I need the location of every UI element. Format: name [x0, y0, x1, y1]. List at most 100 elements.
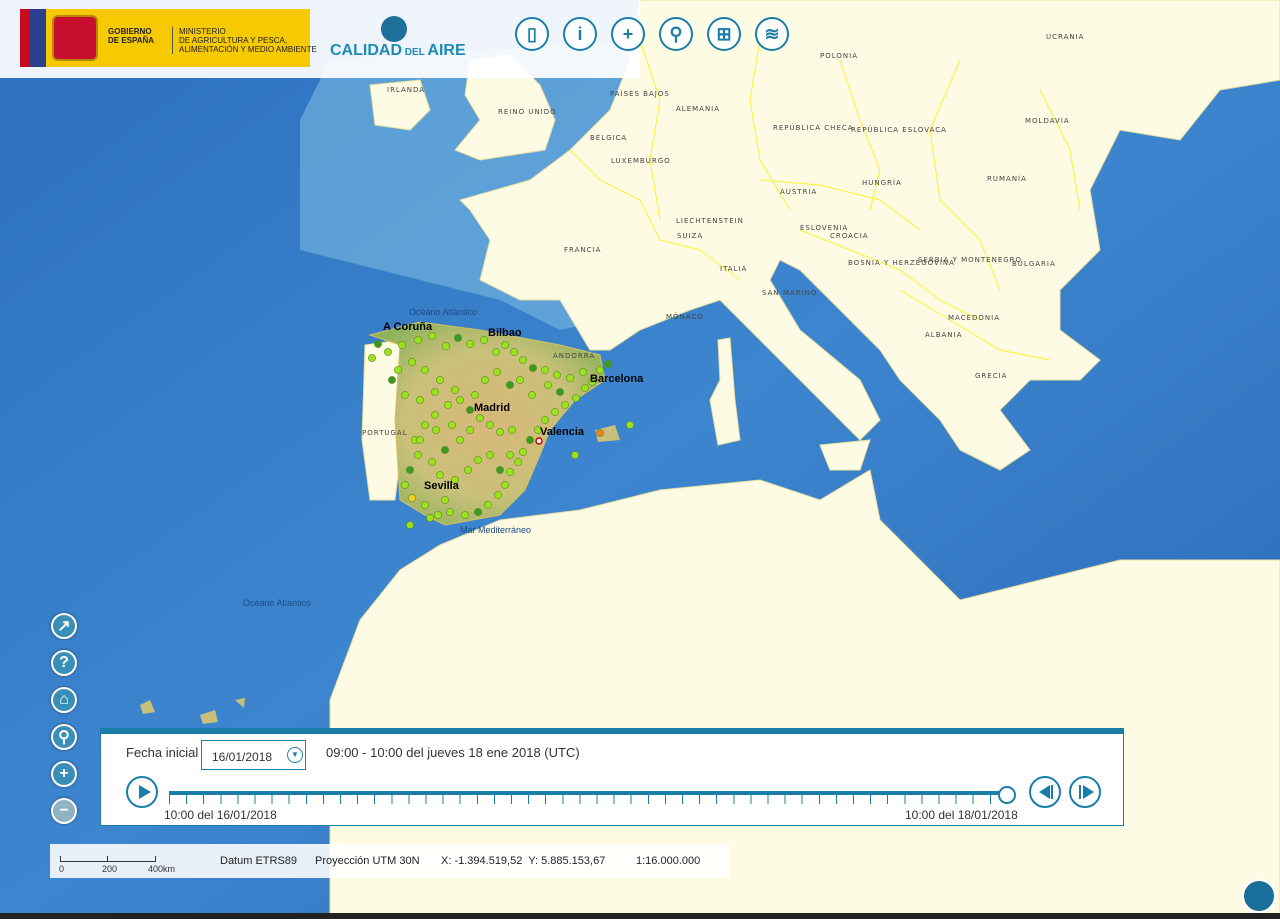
- station-marker[interactable]: [466, 340, 474, 348]
- station-marker[interactable]: [406, 466, 414, 474]
- app-title[interactable]: CALIDAD DEL AIRE: [330, 42, 466, 60]
- time-slider-thumb[interactable]: [998, 786, 1016, 804]
- station-marker[interactable]: [441, 446, 449, 454]
- station-marker[interactable]: [394, 366, 402, 374]
- station-marker[interactable]: [486, 421, 494, 429]
- station-marker[interactable]: [519, 448, 527, 456]
- station-marker[interactable]: [408, 494, 416, 502]
- station-marker[interactable]: [510, 348, 518, 356]
- station-marker[interactable]: [571, 451, 579, 459]
- station-marker[interactable]: [544, 381, 552, 389]
- station-marker[interactable]: [464, 466, 472, 474]
- station-marker[interactable]: [486, 451, 494, 459]
- station-marker[interactable]: [401, 481, 409, 489]
- station-marker[interactable]: [579, 368, 587, 376]
- station-marker[interactable]: [421, 501, 429, 509]
- step-forward-button[interactable]: [1069, 776, 1101, 808]
- station-marker[interactable]: [572, 394, 580, 402]
- station-marker[interactable]: [604, 360, 612, 368]
- station-marker[interactable]: [384, 348, 392, 356]
- station-marker[interactable]: [428, 458, 436, 466]
- station-marker[interactable]: [581, 384, 589, 392]
- share-icon[interactable]: ↗: [51, 613, 77, 639]
- station-marker[interactable]: [408, 358, 416, 366]
- station-marker[interactable]: [506, 468, 514, 476]
- station-marker[interactable]: [446, 508, 454, 516]
- play-button[interactable]: [126, 776, 158, 808]
- map-pin-icon[interactable]: ⚲: [659, 17, 693, 51]
- station-marker[interactable]: [484, 501, 492, 509]
- station-marker[interactable]: [454, 334, 462, 342]
- station-marker[interactable]: [496, 428, 504, 436]
- gobierno-logo[interactable]: GOBIERNO DE ESPAÑA MINISTERIO DE AGRICUL…: [20, 9, 317, 67]
- station-marker[interactable]: [368, 354, 376, 362]
- station-marker[interactable]: [442, 342, 450, 350]
- station-marker[interactable]: [421, 366, 429, 374]
- station-marker[interactable]: [496, 466, 504, 474]
- station-marker[interactable]: [508, 426, 516, 434]
- ruler-icon[interactable]: ▯: [515, 17, 549, 51]
- station-marker[interactable]: [431, 388, 439, 396]
- station-marker[interactable]: [561, 401, 569, 409]
- station-marker[interactable]: [466, 426, 474, 434]
- station-marker[interactable]: [466, 406, 474, 414]
- station-marker[interactable]: [480, 336, 488, 344]
- station-marker[interactable]: [501, 481, 509, 489]
- station-marker[interactable]: [566, 374, 574, 382]
- station-marker[interactable]: [444, 401, 452, 409]
- station-marker[interactable]: [519, 356, 527, 364]
- step-back-button[interactable]: [1029, 776, 1061, 808]
- station-marker[interactable]: [414, 451, 422, 459]
- station-marker[interactable]: [431, 411, 439, 419]
- station-marker[interactable]: [551, 408, 559, 416]
- station-marker[interactable]: [494, 491, 502, 499]
- station-marker[interactable]: [529, 364, 537, 372]
- help-icon[interactable]: ?: [51, 650, 77, 676]
- station-marker[interactable]: [596, 429, 604, 437]
- station-marker[interactable]: [456, 436, 464, 444]
- station-marker[interactable]: [553, 371, 561, 379]
- station-marker[interactable]: [414, 336, 422, 344]
- station-marker[interactable]: [436, 471, 444, 479]
- layers-icon[interactable]: ≋: [755, 17, 789, 51]
- station-marker[interactable]: [506, 451, 514, 459]
- station-marker[interactable]: [436, 376, 444, 384]
- station-marker[interactable]: [416, 396, 424, 404]
- zoom-search-icon[interactable]: ⚲: [51, 724, 77, 750]
- station-marker[interactable]: [481, 376, 489, 384]
- station-marker[interactable]: [506, 381, 514, 389]
- station-marker[interactable]: [416, 436, 424, 444]
- station-marker[interactable]: [461, 511, 469, 519]
- station-marker[interactable]: [451, 386, 459, 394]
- station-marker[interactable]: [474, 508, 482, 516]
- station-marker[interactable]: [388, 376, 396, 384]
- station-marker[interactable]: [374, 340, 382, 348]
- globe-icon[interactable]: [1242, 879, 1276, 913]
- station-marker[interactable]: [441, 496, 449, 504]
- station-marker[interactable]: [556, 388, 564, 396]
- chevron-down-icon[interactable]: ▼: [287, 747, 303, 763]
- station-marker[interactable]: [528, 391, 536, 399]
- station-marker[interactable]: [474, 456, 482, 464]
- station-marker[interactable]: [514, 458, 522, 466]
- station-marker[interactable]: [432, 426, 440, 434]
- bookmark-icon[interactable]: +: [611, 17, 645, 51]
- station-marker[interactable]: [456, 396, 464, 404]
- station-marker[interactable]: [476, 414, 484, 422]
- station-marker[interactable]: [406, 521, 414, 529]
- station-marker[interactable]: [434, 511, 442, 519]
- station-marker[interactable]: [448, 421, 456, 429]
- station-marker[interactable]: [398, 341, 406, 349]
- station-marker[interactable]: [541, 416, 549, 424]
- station-marker[interactable]: [526, 436, 534, 444]
- station-marker[interactable]: [421, 421, 429, 429]
- station-marker[interactable]: [501, 341, 509, 349]
- home-icon[interactable]: ⌂: [51, 687, 77, 713]
- station-marker[interactable]: [492, 348, 500, 356]
- station-marker[interactable]: [428, 332, 436, 340]
- station-marker[interactable]: [426, 514, 434, 522]
- info-icon[interactable]: i: [563, 17, 597, 51]
- station-marker[interactable]: [516, 376, 524, 384]
- zoom-in-icon[interactable]: +: [51, 761, 77, 787]
- station-marker[interactable]: [626, 421, 634, 429]
